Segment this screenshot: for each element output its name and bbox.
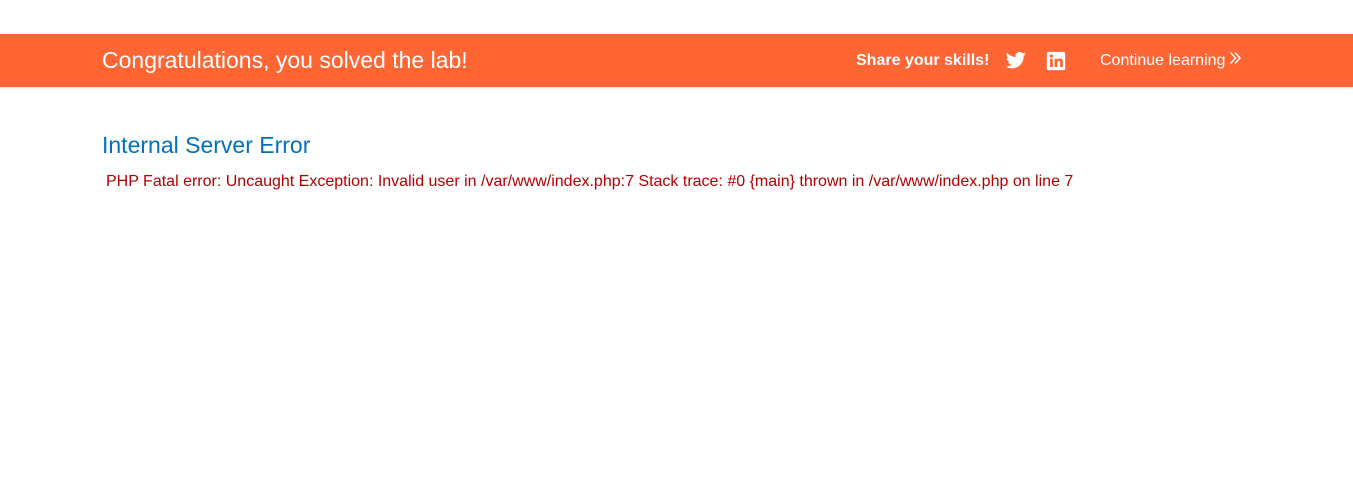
continue-learning-link[interactable]: Continue learning bbox=[1100, 51, 1242, 70]
banner-title: Congratulations, you solved the lab! bbox=[102, 47, 468, 73]
share-skills-label: Share your skills! bbox=[856, 52, 990, 69]
twitter-share-button[interactable] bbox=[1006, 50, 1028, 72]
error-message: PHP Fatal error: Uncaught Exception: Inv… bbox=[106, 173, 1074, 190]
lab-solved-banner: Congratulations, you solved the lab! Sha… bbox=[0, 34, 1353, 87]
error-title: Internal Server Error bbox=[102, 132, 311, 158]
twitter-icon bbox=[1006, 50, 1028, 70]
linkedin-share-button[interactable] bbox=[1045, 50, 1067, 72]
double-chevron-right-icon bbox=[1229, 51, 1242, 70]
continue-learning-label: Continue learning bbox=[1100, 52, 1226, 69]
linkedin-icon bbox=[1045, 50, 1067, 72]
